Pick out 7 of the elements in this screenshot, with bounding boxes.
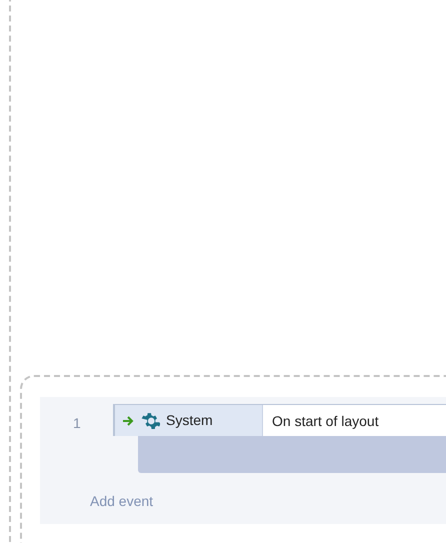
gear-icon [140,410,160,430]
arrow-icon [122,416,134,426]
condition-row[interactable]: System On start of layout [113,404,446,436]
object-name: System [166,411,213,430]
actions-area[interactable] [138,436,446,473]
event-number: 1 [72,414,82,433]
condition-text: On start of layout [271,412,379,431]
